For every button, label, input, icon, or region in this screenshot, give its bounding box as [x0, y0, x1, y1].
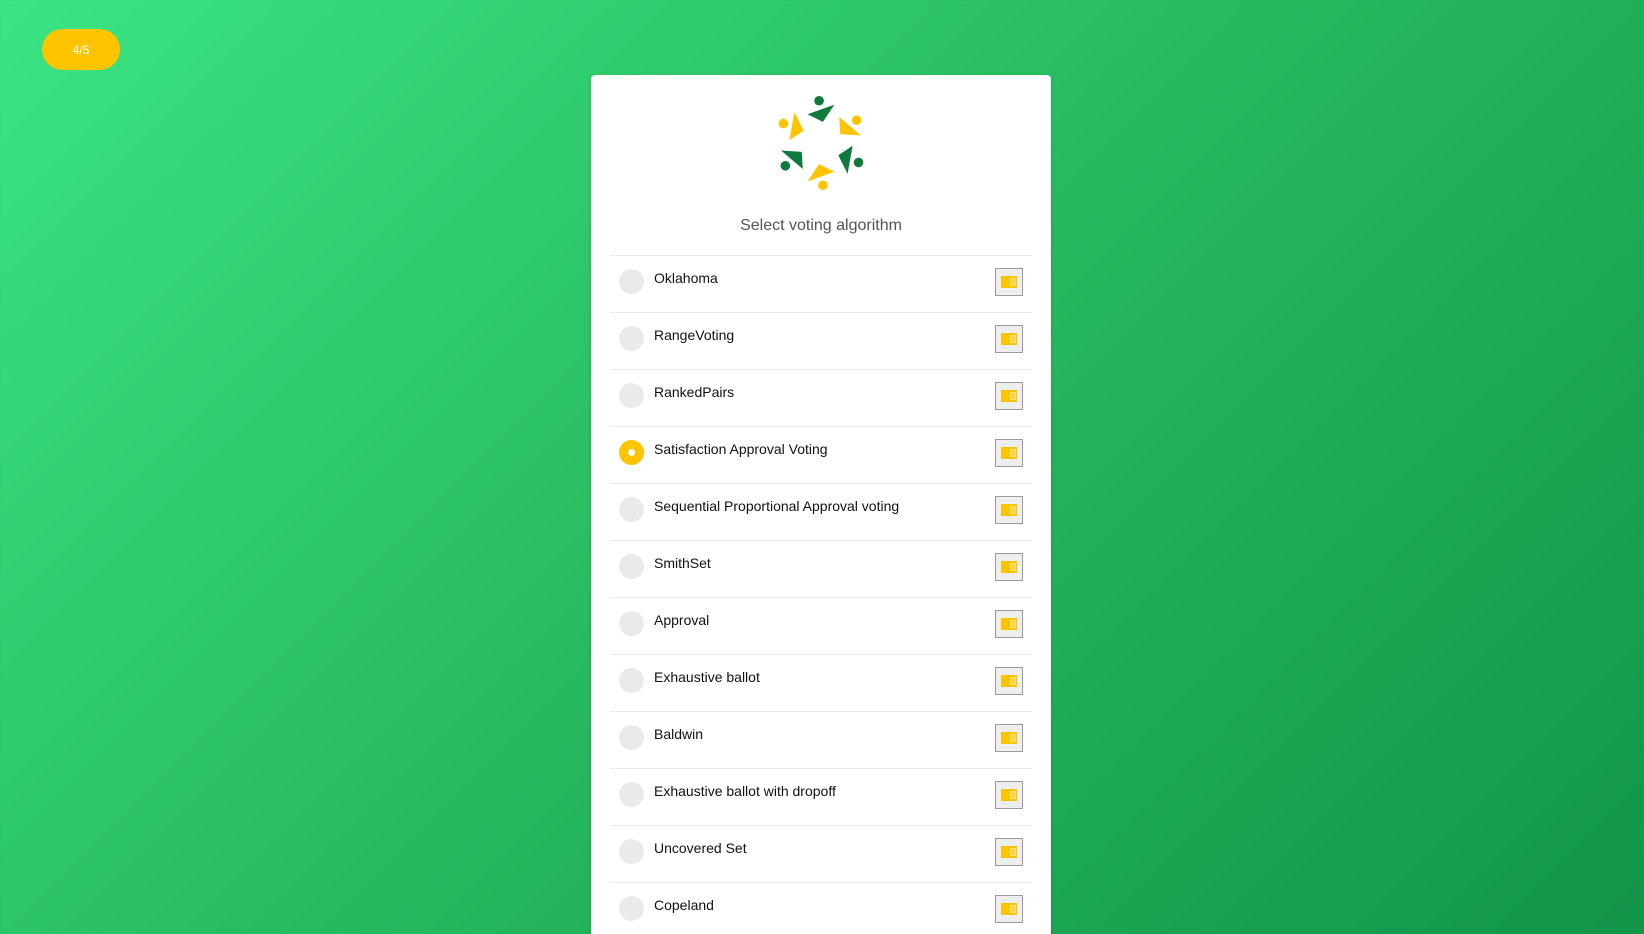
- algorithm-option[interactable]: SmithSet: [610, 541, 1032, 598]
- algorithm-option-label: Satisfaction Approval Voting: [654, 441, 828, 457]
- step-indicator-badge: 4/5: [42, 29, 120, 70]
- radio-button[interactable]: [619, 725, 644, 750]
- algorithm-option[interactable]: Satisfaction Approval Voting: [610, 427, 1032, 484]
- info-card-icon: [1001, 846, 1017, 858]
- algorithm-option-label: SmithSet: [654, 555, 711, 571]
- algorithm-option[interactable]: RangeVoting: [610, 313, 1032, 370]
- radio-button[interactable]: [619, 440, 644, 465]
- algorithm-option[interactable]: Oklahoma: [610, 256, 1032, 313]
- info-button[interactable]: [995, 895, 1023, 923]
- info-card-icon: [1001, 903, 1017, 915]
- info-button[interactable]: [995, 553, 1023, 581]
- info-button[interactable]: [995, 382, 1023, 410]
- info-button[interactable]: [995, 724, 1023, 752]
- algorithm-option-label: Exhaustive ballot: [654, 669, 760, 685]
- algorithm-option-label: Approval: [654, 612, 710, 628]
- info-card-icon: [1001, 333, 1017, 345]
- info-card-icon: [1001, 675, 1017, 687]
- info-button[interactable]: [995, 439, 1023, 467]
- algorithm-option[interactable]: Baldwin: [610, 712, 1032, 769]
- info-card-icon: [1001, 390, 1017, 402]
- algorithm-option[interactable]: Copeland: [610, 883, 1032, 934]
- algorithm-option-label: Copeland: [654, 897, 714, 913]
- radio-button[interactable]: [619, 896, 644, 921]
- radio-button[interactable]: [619, 497, 644, 522]
- info-card-icon: [1001, 561, 1017, 573]
- algorithm-option-label: RangeVoting: [654, 327, 735, 343]
- radio-button[interactable]: [619, 554, 644, 579]
- info-button[interactable]: [995, 667, 1023, 695]
- page-title: Select voting algorithm: [740, 217, 902, 234]
- radio-button[interactable]: [619, 326, 644, 351]
- algorithm-option-label: Oklahoma: [654, 270, 718, 286]
- algorithm-option-label: Sequential Proportional Approval voting: [654, 498, 900, 514]
- algorithm-option-label: Uncovered Set: [654, 840, 747, 856]
- info-card-icon: [1001, 504, 1017, 516]
- info-card-icon: [1001, 732, 1017, 744]
- info-button[interactable]: [995, 268, 1023, 296]
- radio-button[interactable]: [619, 782, 644, 807]
- algorithm-option[interactable]: Exhaustive ballot: [610, 655, 1032, 712]
- info-button[interactable]: [995, 496, 1023, 524]
- algorithm-option-label: Exhaustive ballot with dropoff: [654, 783, 836, 799]
- info-card-icon: [1001, 618, 1017, 630]
- info-card-icon: [1001, 789, 1017, 801]
- algorithm-selection-card: Select voting algorithm Oklahoma RangeVo…: [591, 75, 1051, 934]
- radio-button[interactable]: [619, 269, 644, 294]
- radio-button[interactable]: [619, 668, 644, 693]
- info-button[interactable]: [995, 781, 1023, 809]
- algorithm-option[interactable]: Uncovered Set: [610, 826, 1032, 883]
- info-card-icon: [1001, 447, 1017, 459]
- info-button[interactable]: [995, 610, 1023, 638]
- info-button[interactable]: [995, 838, 1023, 866]
- algorithm-option[interactable]: Sequential Proportional Approval voting: [610, 484, 1032, 541]
- info-button[interactable]: [995, 325, 1023, 353]
- radio-button[interactable]: [619, 611, 644, 636]
- algorithm-option-label: RankedPairs: [654, 384, 735, 400]
- algorithm-list: Oklahoma RangeVoting RankedPairs Satisfa…: [610, 255, 1032, 934]
- algorithm-option-label: Baldwin: [654, 726, 704, 742]
- logo-icon: [778, 95, 864, 191]
- algorithm-option[interactable]: Approval: [610, 598, 1032, 655]
- radio-button[interactable]: [619, 383, 644, 408]
- algorithm-option[interactable]: RankedPairs: [610, 370, 1032, 427]
- algorithm-option[interactable]: Exhaustive ballot with dropoff: [610, 769, 1032, 826]
- info-card-icon: [1001, 276, 1017, 288]
- radio-button[interactable]: [619, 839, 644, 864]
